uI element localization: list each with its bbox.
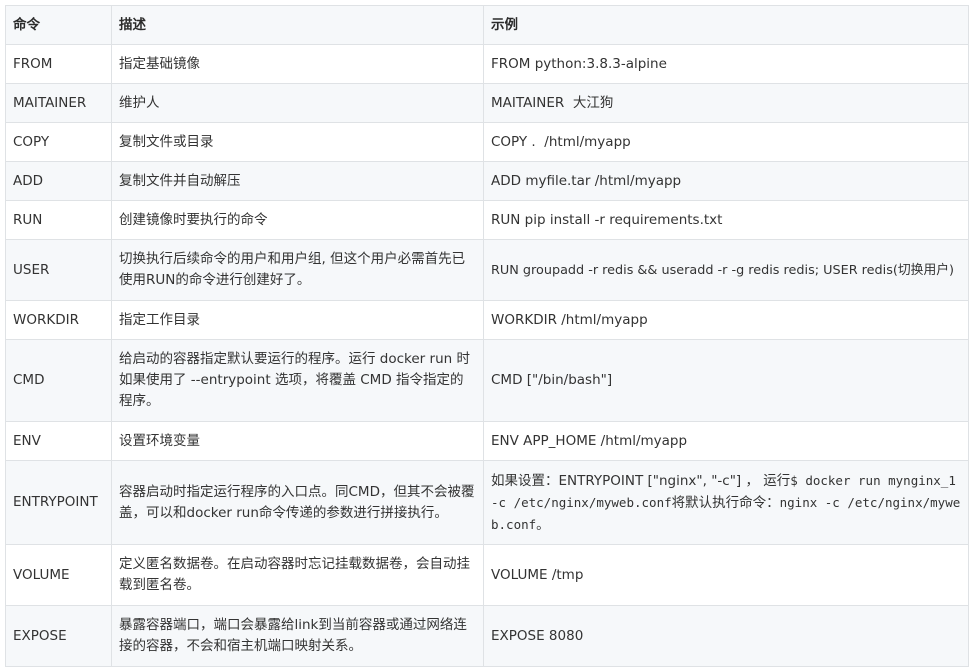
cell-description: 容器启动时指定运行程序的入口点。同CMD，但其不会被覆盖，可以和docker r… (111, 460, 484, 545)
table-row: ENTRYPOINT 容器启动时指定运行程序的入口点。同CMD，但其不会被覆盖，… (5, 460, 969, 545)
cell-example: RUN pip install -r requirements.txt (483, 200, 969, 240)
cell-description: 定义匿名数据卷。在启动容器时忘记挂载数据卷，会自动挂载到匿名卷。 (111, 544, 484, 606)
cell-example: RUN groupadd -r redis && useradd -r -g r… (483, 239, 969, 301)
cell-command: MAITAINER (5, 83, 112, 123)
dockerfile-commands-table: 命令 描述 示例 FROM 指定基础镜像 FROM python:3.8.3-a… (5, 5, 969, 667)
cell-description: 维护人 (111, 83, 484, 123)
table-header: 命令 描述 示例 (5, 5, 969, 45)
cell-description: 暴露容器端口，端口会暴露给link到当前容器或通过网络连接的容器，不会和宿主机端… (111, 605, 484, 667)
table-row: CMD 给启动的容器指定默认要运行的程序。运行 docker run 时如果使用… (5, 339, 969, 422)
cell-command: COPY (5, 122, 112, 162)
cell-command: FROM (5, 44, 112, 84)
cell-command: ADD (5, 161, 112, 201)
cell-description: 给启动的容器指定默认要运行的程序。运行 docker run 时如果使用了 --… (111, 339, 484, 422)
table-row: FROM 指定基础镜像 FROM python:3.8.3-alpine (5, 44, 969, 84)
example-suffix: 。 (536, 516, 550, 533)
table-body: FROM 指定基础镜像 FROM python:3.8.3-alpine MAI… (5, 44, 969, 667)
cell-example: ENV APP_HOME /html/myapp (483, 421, 969, 461)
cell-example: CMD ["/bin/bash"] (483, 339, 969, 422)
dockerfile-commands-table-container: 命令 描述 示例 FROM 指定基础镜像 FROM python:3.8.3-a… (5, 5, 969, 667)
table-row: VOLUME 定义匿名数据卷。在启动容器时忘记挂载数据卷，会自动挂载到匿名卷。 … (5, 544, 969, 606)
cell-command: USER (5, 239, 112, 301)
cell-example: ADD myfile.tar /html/myapp (483, 161, 969, 201)
table-row: ADD 复制文件并自动解压 ADD myfile.tar /html/myapp (5, 161, 969, 201)
cell-command: VOLUME (5, 544, 112, 606)
cell-description: 切换执行后续命令的用户和用户组, 但这个用户必需首先已使用RUN的命令进行创建好… (111, 239, 484, 301)
cell-command: WORKDIR (5, 300, 112, 340)
table-row: MAITAINER 维护人 MAITAINER 大江狗 (5, 83, 969, 123)
table-row: COPY 复制文件或目录 COPY . /html/myapp (5, 122, 969, 162)
cell-description: 设置环境变量 (111, 421, 484, 461)
example-middle: 将默认执行命令： (671, 494, 780, 511)
cell-description: 复制文件并自动解压 (111, 161, 484, 201)
cell-example: VOLUME /tmp (483, 544, 969, 606)
cell-description: 指定基础镜像 (111, 44, 484, 84)
cell-command: CMD (5, 339, 112, 422)
cell-command: EXPOSE (5, 605, 112, 667)
cell-example: MAITAINER 大江狗 (483, 83, 969, 123)
cell-example: 如果设置：ENTRYPOINT ["nginx", "-c"] ， 运行$ do… (483, 460, 969, 545)
cell-example: COPY . /html/myapp (483, 122, 969, 162)
cell-command: ENTRYPOINT (5, 460, 112, 545)
cell-description: 创建镜像时要执行的命令 (111, 200, 484, 240)
table-header-row: 命令 描述 示例 (5, 5, 969, 45)
cell-description: 复制文件或目录 (111, 122, 484, 162)
header-example: 示例 (483, 5, 969, 45)
table-row: EXPOSE 暴露容器端口，端口会暴露给link到当前容器或通过网络连接的容器，… (5, 605, 969, 667)
table-row: ENV 设置环境变量 ENV APP_HOME /html/myapp (5, 421, 969, 461)
table-row: USER 切换执行后续命令的用户和用户组, 但这个用户必需首先已使用RUN的命令… (5, 239, 969, 301)
cell-example: WORKDIR /html/myapp (483, 300, 969, 340)
table-row: WORKDIR 指定工作目录 WORKDIR /html/myapp (5, 300, 969, 340)
example-prefix: 如果设置：ENTRYPOINT ["nginx", "-c"] ， 运行 (491, 472, 791, 489)
cell-command: ENV (5, 421, 112, 461)
cell-example: EXPOSE 8080 (483, 605, 969, 667)
cell-example: FROM python:3.8.3-alpine (483, 44, 969, 84)
cell-command: RUN (5, 200, 112, 240)
table-row: RUN 创建镜像时要执行的命令 RUN pip install -r requi… (5, 200, 969, 240)
header-description: 描述 (111, 5, 484, 45)
cell-description: 指定工作目录 (111, 300, 484, 340)
header-command: 命令 (5, 5, 112, 45)
